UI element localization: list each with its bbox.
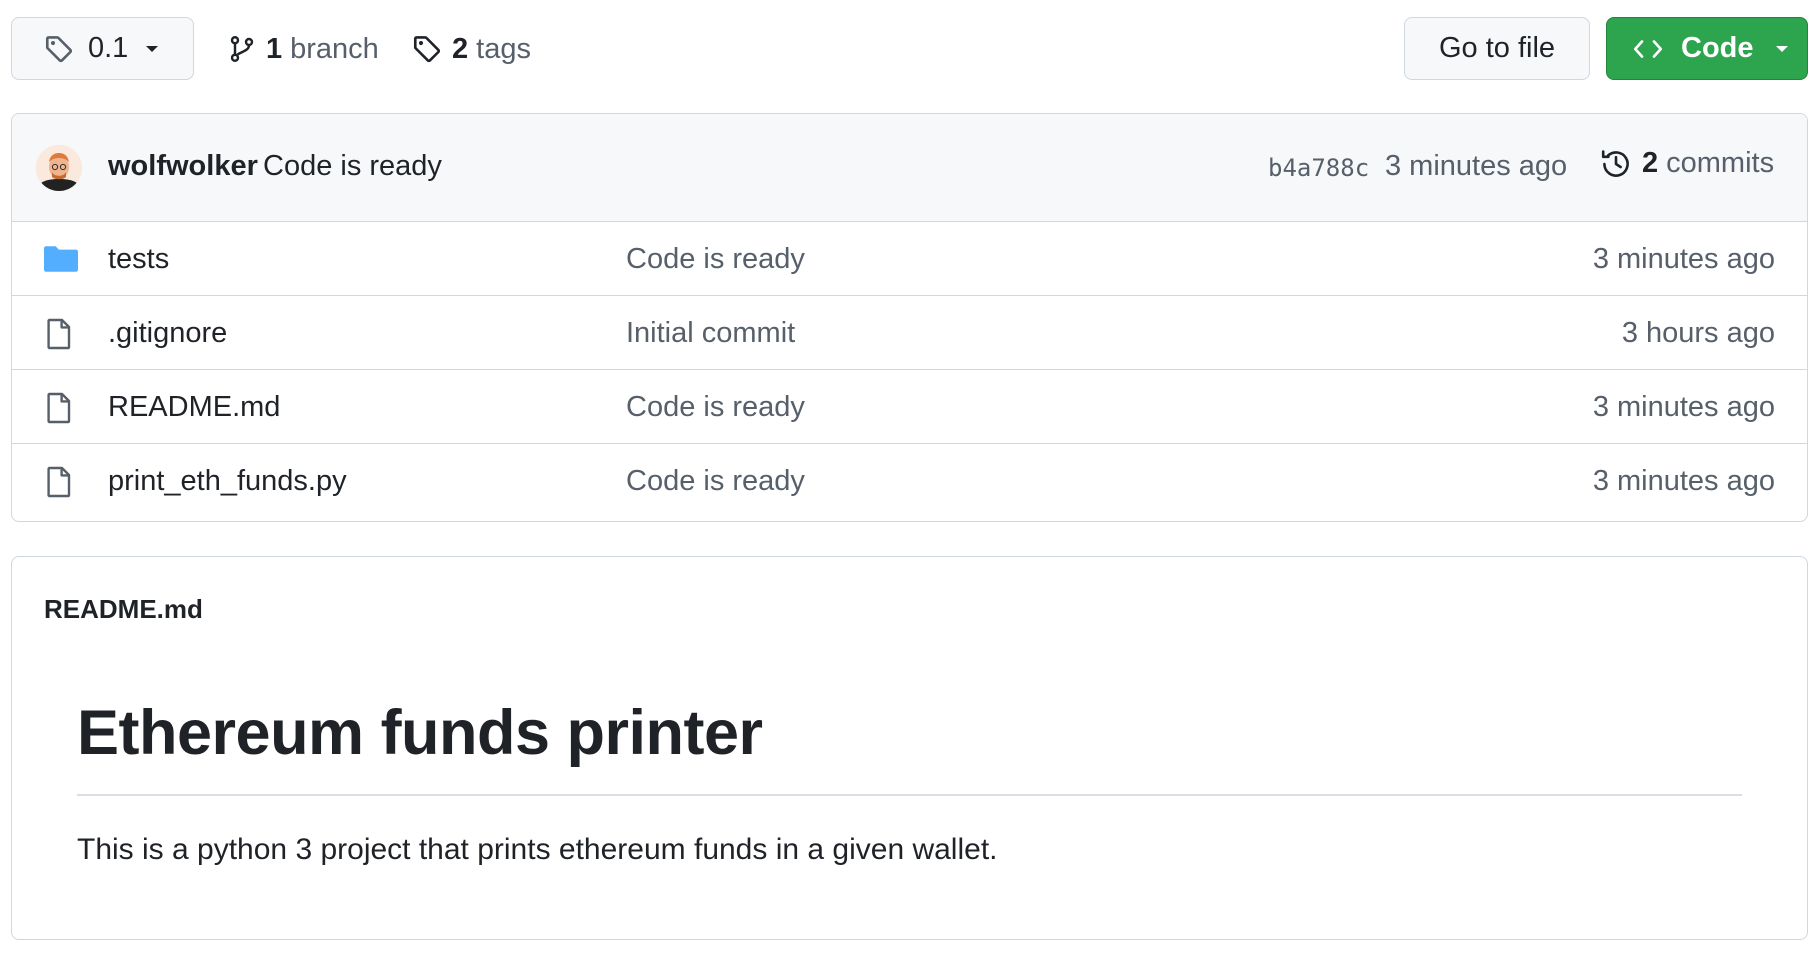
chevron-down-icon (1774, 44, 1790, 54)
git-branch-icon (228, 34, 256, 64)
file-commit-message[interactable]: Code is ready (626, 391, 805, 424)
chevron-down-icon (144, 44, 160, 54)
file-icon (44, 466, 74, 498)
latest-commit-bar: wolfwolker Code is ready b4a788c 3 minut… (12, 114, 1807, 222)
file-commit-time: 3 minutes ago (1592, 391, 1775, 423)
file-commit-time: 3 hours ago (1621, 317, 1775, 349)
readme-paragraph: This is a python 3 project that prints e… (77, 833, 998, 866)
file-browser: wolfwolker Code is ready b4a788c 3 minut… (11, 113, 1808, 522)
commit-time: 3 minutes ago (1385, 150, 1568, 182)
code-icon (1633, 37, 1663, 61)
repo-toolbar: 0.1 1 branch 2 tags Go to file Code (0, 0, 1816, 100)
avatar[interactable] (36, 145, 82, 191)
file-name[interactable]: tests (108, 243, 169, 276)
readme-heading: Ethereum funds printer (77, 698, 763, 768)
file-row[interactable]: README.md Code is ready 3 minutes ago (12, 370, 1807, 444)
file-row[interactable]: tests Code is ready 3 minutes ago (12, 222, 1807, 296)
tag-label: tags (476, 32, 531, 65)
tag-selector-button[interactable]: 0.1 (11, 17, 194, 80)
file-row[interactable]: print_eth_funds.py Code is ready 3 minut… (12, 444, 1807, 518)
commit-message[interactable]: Code is ready (263, 150, 442, 183)
branch-count: 1 (266, 32, 283, 65)
commit-count: 2 (1642, 147, 1659, 179)
code-button[interactable]: Code (1606, 17, 1808, 80)
tag-selector-label: 0.1 (88, 32, 129, 64)
history-icon (1600, 148, 1632, 180)
commit-sha[interactable]: b4a788c (1268, 154, 1369, 182)
branch-label: branch (290, 32, 379, 65)
readme-divider (77, 794, 1742, 796)
folder-icon (44, 244, 78, 274)
tag-icon (412, 34, 442, 64)
file-commit-message[interactable]: Initial commit (626, 317, 795, 350)
commit-count-label: commits (1666, 147, 1775, 179)
file-icon (44, 318, 74, 350)
go-to-file-button[interactable]: Go to file (1404, 17, 1590, 80)
file-name[interactable]: README.md (108, 391, 280, 424)
tags-link[interactable]: 2 tags (412, 24, 531, 74)
code-button-label: Code (1681, 32, 1754, 64)
file-commit-time: 3 minutes ago (1592, 243, 1775, 275)
file-row[interactable]: .gitignore Initial commit 3 hours ago (12, 296, 1807, 370)
file-commit-time: 3 minutes ago (1592, 465, 1775, 497)
file-commit-message[interactable]: Code is ready (626, 243, 805, 276)
repository-page: 0.1 1 branch 2 tags Go to file Code wolf… (0, 0, 1816, 954)
tag-icon (44, 34, 74, 64)
file-name[interactable]: .gitignore (108, 317, 227, 350)
branches-link[interactable]: 1 branch (228, 24, 379, 74)
file-icon (44, 392, 74, 424)
tag-count: 2 (452, 32, 469, 65)
readme-filename[interactable]: README.md (44, 594, 203, 625)
commits-link[interactable]: 2 commits (1600, 147, 1774, 180)
file-commit-message[interactable]: Code is ready (626, 465, 805, 498)
readme-panel: README.md Ethereum funds printer This is… (11, 556, 1808, 940)
commit-author[interactable]: wolfwolker (108, 150, 258, 183)
file-name[interactable]: print_eth_funds.py (108, 465, 347, 498)
